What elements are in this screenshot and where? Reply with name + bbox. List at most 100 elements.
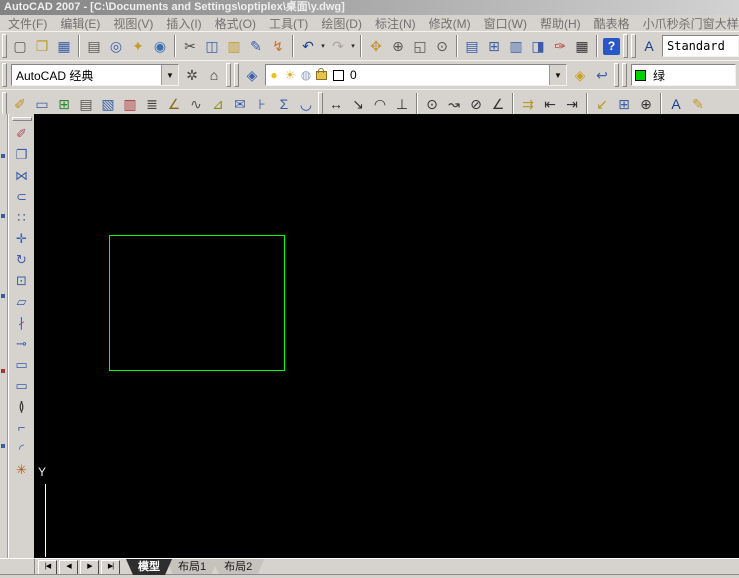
explode-icon[interactable]: ✳ (12, 460, 32, 480)
tab-next-button[interactable]: ▶ (80, 559, 99, 575)
baseline-dimension-icon[interactable]: ⇤ (540, 94, 560, 114)
continue-dimension-icon[interactable]: ⇥ (562, 94, 582, 114)
diameter-dimension-icon[interactable]: ⊘ (466, 94, 486, 114)
layer-properties-manager-icon[interactable]: ◈ (242, 65, 262, 85)
menu-help[interactable]: 帮助(H) (540, 15, 581, 31)
zoom-window-icon[interactable]: ◱ (410, 36, 430, 56)
tool-palettes-icon[interactable]: ▥ (506, 36, 526, 56)
plot-preview-icon[interactable]: ◎ (106, 36, 126, 56)
custom-tool-11-icon[interactable]: ✉ (230, 94, 250, 114)
menu-insert[interactable]: 插入(I) (166, 15, 201, 31)
pan-icon[interactable]: ✥ (366, 36, 386, 56)
custom-tool-6-icon[interactable]: ▥ (120, 94, 140, 114)
workspace-combo-arrow[interactable]: ▼ (161, 65, 178, 85)
undo-icon-dropdown[interactable]: ▾ (319, 42, 327, 50)
aligned-dimension-icon[interactable]: ↘ (348, 94, 368, 114)
menu-modify[interactable]: 修改(M) (429, 15, 471, 31)
toolbar-grip[interactable] (614, 63, 619, 87)
publish-icon[interactable]: ✦ (128, 36, 148, 56)
dimension-text-edit-icon[interactable]: ✎ (688, 94, 708, 114)
angular-dimension-icon[interactable]: ∠ (488, 94, 508, 114)
custom-tool-10-icon[interactable]: ⊿ (208, 94, 228, 114)
custom-tool-8-icon[interactable]: ∠ (164, 94, 184, 114)
toolbar-grip[interactable] (11, 117, 32, 121)
match-properties-icon[interactable]: ✎ (246, 36, 266, 56)
scale-icon[interactable]: ⊡ (12, 271, 32, 291)
custom-tool-7-icon[interactable]: ≣ (142, 94, 162, 114)
toolbar-grip[interactable] (631, 34, 636, 58)
layer-previous-icon[interactable]: ↩ (592, 65, 612, 85)
erase-icon[interactable]: ✐ (12, 124, 32, 144)
plot-icon[interactable]: ▤ (84, 36, 104, 56)
custom-tool-5-icon[interactable]: ▧ (98, 94, 118, 114)
array-icon[interactable]: ∷ (12, 208, 32, 228)
move-icon[interactable]: ✛ (12, 229, 32, 249)
menu-edit[interactable]: 编辑(E) (60, 15, 100, 31)
tolerance-icon[interactable]: ⊞ (614, 94, 634, 114)
custom-tool-13-icon[interactable]: Σ (274, 94, 294, 114)
menu-format[interactable]: 格式(O) (215, 15, 256, 31)
designcenter-icon[interactable]: ⊞ (484, 36, 504, 56)
rotate-icon[interactable]: ↻ (12, 250, 32, 270)
menu-view[interactable]: 视图(V) (113, 15, 153, 31)
arc-length-icon[interactable]: ◠ (370, 94, 390, 114)
help-icon[interactable]: ? (603, 37, 620, 55)
mirror-icon[interactable]: ⋈ (12, 166, 32, 186)
quick-dimension-icon[interactable]: ⇉ (518, 94, 538, 114)
copy-clip-icon[interactable]: ◫ (202, 36, 222, 56)
stretch-icon[interactable]: ▱ (12, 292, 32, 312)
layer-combo[interactable]: ● ☀ ◍ 0 ▼ (265, 64, 567, 86)
extend-icon[interactable]: ⊸ (12, 334, 32, 354)
markup-set-manager-icon[interactable]: ✑ (550, 36, 570, 56)
workspace-combo[interactable]: AutoCAD 经典 ▼ (11, 64, 179, 86)
custom-tool-1-icon[interactable]: ✐ (10, 94, 30, 114)
custom-tool-14-icon[interactable]: ◡ (296, 94, 316, 114)
toolbar-grip[interactable] (318, 91, 323, 116)
toolbar-grip[interactable] (234, 63, 239, 87)
radius-dimension-icon[interactable]: ⊙ (422, 94, 442, 114)
custom-tool-4-icon[interactable]: ▤ (76, 94, 96, 114)
new-icon[interactable]: ▢ (10, 36, 30, 56)
custom-tool-12-icon[interactable]: ⊦ (252, 94, 272, 114)
custom-tool-2-icon[interactable]: ▭ (32, 94, 52, 114)
break-icon[interactable]: ▭ (12, 376, 32, 396)
menu-window[interactable]: 窗口(W) (484, 15, 527, 31)
center-mark-icon[interactable]: ⊕ (636, 94, 656, 114)
color-combo[interactable]: 绿 (631, 64, 736, 86)
chamfer-icon[interactable]: ⌐ (12, 418, 32, 438)
tab-last-button[interactable]: ▶| (101, 559, 120, 575)
text-style-icon[interactable]: A (639, 36, 659, 56)
dimension-edit-icon[interactable]: A (666, 94, 686, 114)
my-workspace-icon[interactable]: ⌂ (204, 65, 224, 85)
jogged-dimension-icon[interactable]: ↝ (444, 94, 464, 114)
workspace-settings-icon[interactable]: ✲ (182, 65, 202, 85)
tab-first-button[interactable]: |◀ (38, 559, 57, 575)
block-editor-icon[interactable]: ↯ (268, 36, 288, 56)
toolbar-grip[interactable] (2, 34, 7, 58)
toolbar-grip[interactable] (2, 63, 7, 87)
toolbar-grip[interactable] (623, 34, 628, 58)
menu-cool-table[interactable]: 酷表格 (594, 15, 630, 31)
zoom-realtime-icon[interactable]: ⊕ (388, 36, 408, 56)
copy-object-icon[interactable]: ❐ (12, 145, 32, 165)
tab-layout1[interactable]: 布局1 (166, 559, 218, 575)
tab-model[interactable]: 模型 (126, 559, 172, 575)
ordinate-dimension-icon[interactable]: ⊥ (392, 94, 412, 114)
paste-icon[interactable]: ▥ (224, 36, 244, 56)
sheet-set-manager-icon[interactable]: ◨ (528, 36, 548, 56)
custom-tool-3-icon[interactable]: ⊞ (54, 94, 74, 114)
trim-icon[interactable]: ∤ (12, 313, 32, 333)
quick-leader-icon[interactable]: ↙ (592, 94, 612, 114)
menu-file[interactable]: 文件(F) (8, 15, 47, 31)
join-icon[interactable]: ≬ (12, 397, 32, 417)
save-icon[interactable]: ▦ (54, 36, 74, 56)
layer-combo-arrow[interactable]: ▼ (549, 65, 566, 85)
cut-icon[interactable]: ✂ (180, 36, 200, 56)
offset-icon[interactable]: ⊂ (12, 187, 32, 207)
drawing-canvas[interactable]: Y (34, 114, 739, 558)
tab-previous-button[interactable]: ◀ (59, 559, 78, 575)
tab-layout2[interactable]: 布局2 (212, 559, 264, 575)
zoom-previous-icon[interactable]: ⊙ (432, 36, 452, 56)
menu-dimension[interactable]: 标注(N) (375, 15, 416, 31)
redo-icon-dropdown[interactable]: ▾ (349, 42, 357, 50)
